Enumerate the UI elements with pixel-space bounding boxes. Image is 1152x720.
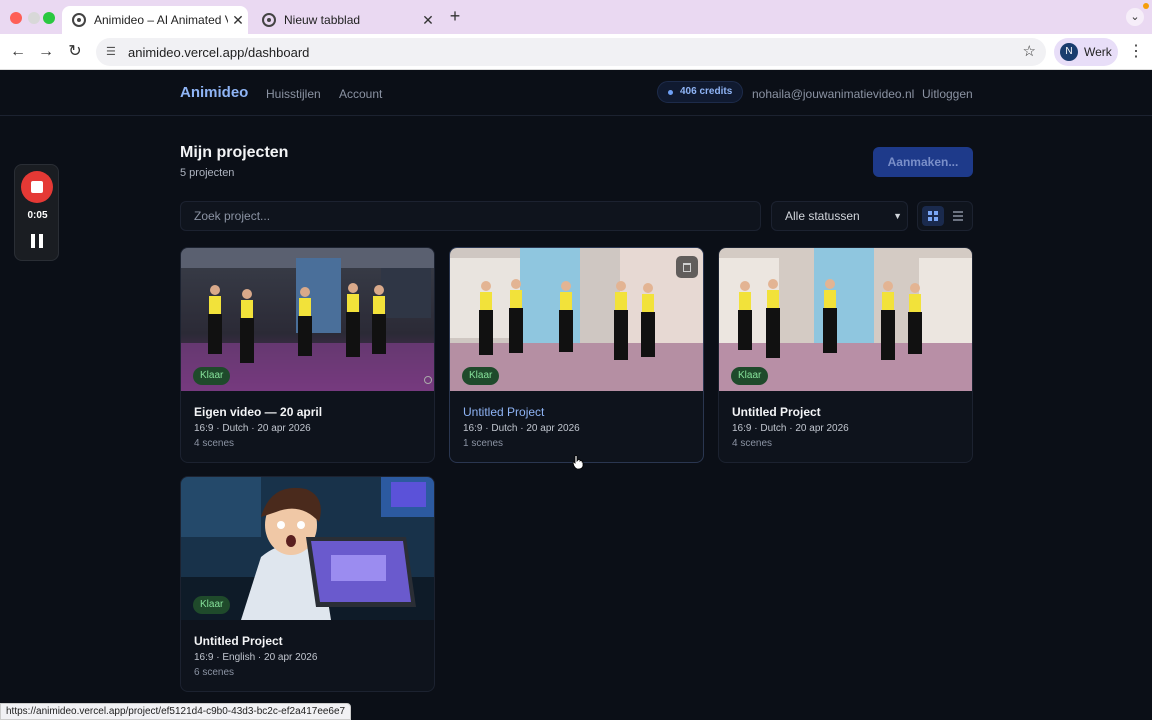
- url-text: animideo.vercel.app/dashboard: [128, 44, 310, 60]
- project-card[interactable]: Klaar Eigen video — 20 april 16:9 · Dutc…: [180, 247, 435, 463]
- project-meta: 16:9 · English · 20 apr 2026: [194, 652, 318, 663]
- link-status-bar: https://animideo.vercel.app/project/ef51…: [0, 703, 352, 720]
- site-settings-icon[interactable]: ☰: [106, 45, 120, 59]
- trash-icon: [683, 263, 691, 272]
- close-icon[interactable]: ✕: [418, 12, 438, 29]
- hand-cursor-icon: [572, 455, 584, 469]
- credits-text: 406 credits: [680, 86, 733, 97]
- maximize-window-button[interactable]: [43, 12, 55, 24]
- status-badge: Klaar: [193, 367, 231, 385]
- list-icon: [953, 211, 963, 221]
- project-meta: 16:9 · Dutch · 20 apr 2026: [463, 423, 580, 434]
- status-filter-select[interactable]: Alle statussen ▼: [771, 201, 908, 231]
- screen-recorder-widget: 0:05: [14, 164, 59, 261]
- search-input[interactable]: Zoek project...: [180, 201, 761, 231]
- grid-icon: [928, 211, 938, 221]
- new-tab-button[interactable]: +: [446, 7, 464, 25]
- page-title: Mijn projecten: [180, 144, 289, 161]
- dot-icon: [668, 90, 673, 95]
- status-badge: Klaar: [731, 367, 769, 385]
- globe-icon: [72, 13, 86, 27]
- project-meta: 16:9 · Dutch · 20 apr 2026: [732, 423, 849, 434]
- tab-animideo[interactable]: Animideo – AI Animated Vide ✕: [62, 6, 248, 34]
- grid-view-button[interactable]: [922, 206, 944, 226]
- chevron-down-icon: ▼: [893, 211, 902, 221]
- status-badge: Klaar: [193, 596, 231, 614]
- recording-timer: 0:05: [27, 210, 48, 221]
- create-button[interactable]: Aanmaken...: [873, 147, 973, 177]
- status-filter-value: Alle statussen: [785, 209, 860, 223]
- tab-title: Animideo – AI Animated Vide: [94, 13, 228, 27]
- view-toggle: [917, 201, 973, 231]
- project-scenes: 1 scenes: [463, 438, 504, 449]
- app-navbar: Animideo Huisstijlen Account 406 credits…: [0, 70, 1152, 116]
- project-title[interactable]: Untitled Project: [463, 405, 544, 419]
- project-scenes: 6 scenes: [194, 667, 235, 678]
- user-email: nohaila@jouwanimatievideo.nl: [752, 87, 915, 101]
- tab-title: Nieuw tabblad: [284, 13, 361, 27]
- settings-icon: [424, 376, 432, 384]
- project-title: Eigen video — 20 april: [194, 405, 323, 419]
- status-badge: Klaar: [462, 367, 500, 385]
- tab-new-tab[interactable]: Nieuw tabblad ✕: [252, 6, 438, 34]
- stop-icon: [31, 181, 43, 193]
- browser-toolbar: ← → ↻ ☰ animideo.vercel.app/dashboard ☆: [0, 34, 1152, 70]
- project-scenes: 4 scenes: [194, 438, 235, 449]
- browser-tabstrip: Animideo – AI Animated Vide ✕ Nieuw tabb…: [0, 0, 1152, 34]
- project-card[interactable]: Klaar Untitled Project 16:9 · English · …: [180, 476, 435, 692]
- project-card[interactable]: Klaar Untitled Project 16:9 · Dutch · 20…: [718, 247, 973, 463]
- back-button[interactable]: ←: [8, 42, 28, 62]
- nav-huisstijlen[interactable]: Huisstijlen: [266, 87, 321, 101]
- minimize-window-button[interactable]: [28, 12, 40, 24]
- profile-button[interactable]: N Werk: [1054, 38, 1118, 66]
- project-card[interactable]: Klaar Untitled Project 16:9 · Dutch · 20…: [449, 247, 704, 463]
- project-meta: 16:9 · Dutch · 20 apr 2026: [194, 423, 311, 434]
- credits-badge: 406 credits: [657, 81, 744, 103]
- address-bar[interactable]: ☰ animideo.vercel.app/dashboard ☆: [96, 38, 1046, 66]
- close-icon[interactable]: ✕: [228, 12, 248, 29]
- project-title: Untitled Project: [732, 405, 821, 419]
- tab-search-button[interactable]: ⌄: [1126, 8, 1144, 26]
- logout-link[interactable]: Uitloggen: [922, 87, 973, 101]
- nav-account[interactable]: Account: [339, 87, 382, 101]
- brand-logo[interactable]: Animideo: [180, 84, 248, 101]
- stop-recording-button[interactable]: [21, 171, 53, 203]
- project-title: Untitled Project: [194, 634, 283, 648]
- browser-menu-icon[interactable]: ⋮: [1128, 42, 1144, 62]
- pause-recording-button[interactable]: [31, 234, 43, 248]
- forward-button[interactable]: →: [36, 42, 56, 62]
- list-view-button[interactable]: [947, 206, 969, 226]
- close-window-button[interactable]: [10, 12, 22, 24]
- delete-project-button[interactable]: [676, 256, 698, 278]
- avatar: N: [1060, 43, 1078, 61]
- project-count: 5 projecten: [180, 167, 235, 179]
- bookmark-star-icon[interactable]: ☆: [1023, 42, 1036, 60]
- notification-dot: [1143, 3, 1149, 9]
- reload-button[interactable]: ↻: [65, 42, 85, 62]
- profile-name: Werk: [1084, 45, 1112, 59]
- chrome-icon: [262, 13, 276, 27]
- project-scenes: 4 scenes: [732, 438, 773, 449]
